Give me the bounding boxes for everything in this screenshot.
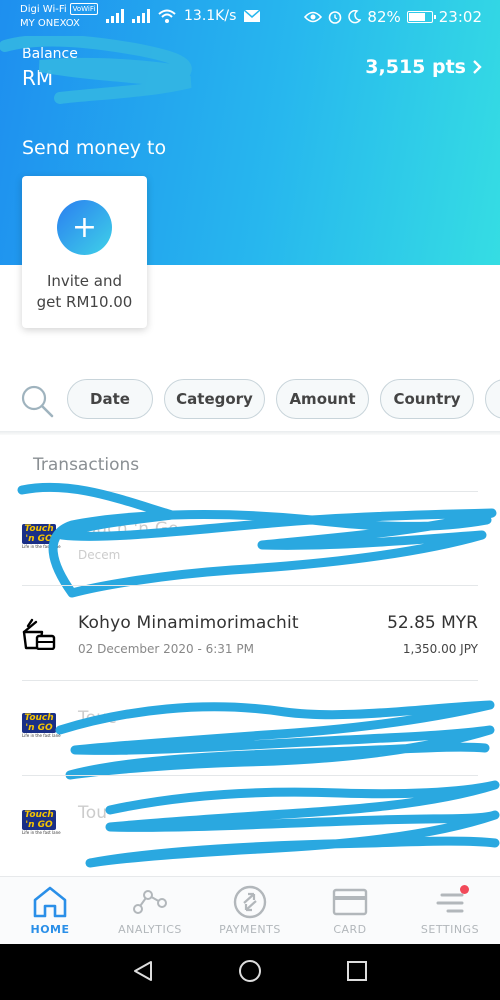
mail-icon [244,10,261,22]
shopping-basket-icon [22,618,56,650]
analytics-icon [133,890,167,914]
merchant-name: Kohyo Minamimorimachit [78,613,299,633]
invite-card[interactable]: + Invite and get RM10.00 [22,176,147,328]
signal-icon [106,9,124,23]
battery-level [408,13,426,21]
divider [0,431,500,435]
battery-percent: 82% [367,8,401,26]
touch-n-go-logo: Touch'n GO Life in the fast lane [22,524,61,549]
filter-chip-date[interactable]: Date [67,379,153,419]
touch-n-go-logo: Touch'n GO Life in the fast lane [22,713,61,738]
foreign-amount: 1,350.00 JPY [402,642,478,656]
moon-icon [348,10,362,24]
merchant-name: Touc [78,708,117,728]
tab-settings[interactable]: SETTINGS [400,877,500,945]
tab-payments[interactable]: PAYMENTS [200,877,300,945]
system-nav-bar [0,944,500,1000]
filter-chip-country[interactable]: Country [380,379,474,419]
transaction-date: Decem [78,548,121,562]
card-icon [332,888,368,916]
transaction-row[interactable]: Touch'n GO Life in the fast lane Touc 2.… [0,680,500,774]
invite-text: Invite and get RM10.00 [36,272,133,311]
points-link[interactable]: 3,515 pts [365,56,482,78]
transaction-row[interactable]: Touch'n GO Life in the fast lane Touch '… [0,491,500,585]
transaction-date: 2.0 [205,737,225,751]
touch-n-go-logo: Touch'n GO Life in the fast lane [22,810,61,835]
bottom-tab-bar: HOME ANALYTICS PAYMENTS CARD SETTINGS [0,876,500,945]
home-nav-icon[interactable] [238,959,262,983]
wifi-icon [158,9,176,23]
transaction-amount: 52.85 MYR [387,613,478,633]
transaction-date: 02 December 2020 - 6:31 PM [78,642,254,656]
status-bar: Digi Wi-Fi VoWiFi MY ONEXOX 13.1K/s 82% … [0,0,500,40]
clock: 23:02 [438,8,482,26]
battery-icon [406,11,436,23]
filter-bar: Date Category Amount Country [0,378,500,424]
alarm-icon [329,11,342,24]
merchant-name: Tou [78,803,108,823]
balance-label: Balance [22,46,78,62]
transaction-row[interactable]: Kohyo Minamimorimachit 02 December 2020 … [0,585,500,679]
chevron-right-icon [473,60,482,74]
filter-chip-amount[interactable]: Amount [276,379,369,419]
eye-icon [304,11,323,23]
recents-icon[interactable] [345,959,369,983]
plus-icon: + [57,200,112,255]
merchant-name: Touch 'n Go [78,519,179,539]
back-icon[interactable] [131,959,155,983]
transactions-header: Transactions [33,455,140,475]
points-value: 3,515 pts [365,56,466,78]
carrier-name-secondary: MY ONEXOX [20,18,80,29]
payments-icon [233,885,267,919]
transaction-row[interactable]: Touch'n GO Life in the fast lane Tou [0,775,500,869]
tab-card[interactable]: CARD [300,877,400,945]
balance-amount: RM [22,66,54,90]
carrier-name: Digi Wi-Fi [20,3,67,15]
signal-icon [132,9,150,23]
vowifi-badge: VoWiFi [69,3,99,15]
tab-analytics[interactable]: ANALYTICS [100,877,200,945]
filter-chip-category[interactable]: Category [164,379,265,419]
search-icon[interactable] [20,384,54,418]
notification-dot [460,885,469,894]
tab-home[interactable]: HOME [0,877,100,945]
network-speed: 13.1K/s [184,8,237,24]
filter-chip-more[interactable] [485,379,500,419]
home-icon [33,886,67,918]
send-money-label: Send money to [22,137,167,159]
